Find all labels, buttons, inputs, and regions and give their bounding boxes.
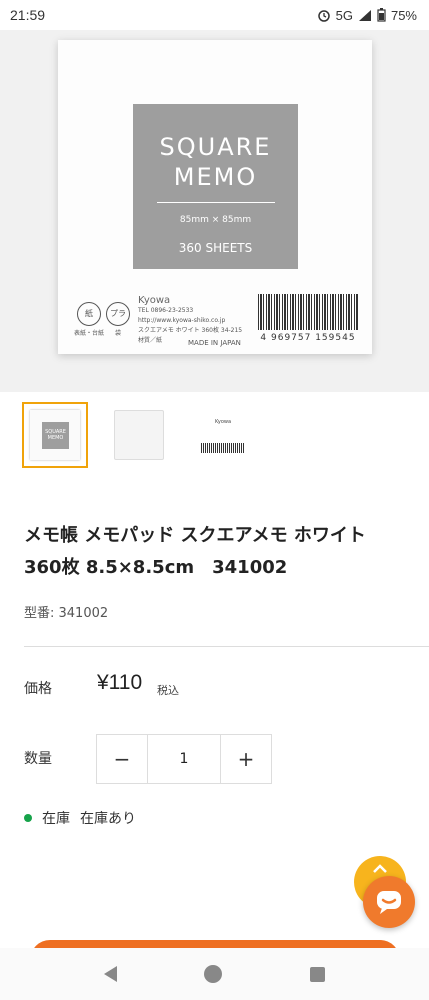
divider bbox=[24, 646, 429, 647]
thumbnail-back-image: Kyowa bbox=[195, 415, 251, 455]
stock-dot-icon bbox=[24, 814, 32, 822]
label-size: 85mm × 85mm bbox=[179, 215, 252, 225]
increase-quantity-button[interactable]: + bbox=[221, 735, 271, 783]
barcode-bars bbox=[258, 294, 358, 330]
back-icon[interactable] bbox=[103, 966, 117, 982]
quantity-input[interactable]: 1 bbox=[147, 735, 221, 783]
package-footer: 紙 表紙・台紙 プラ 袋 Kyowa TEL 0896-23-2533 http… bbox=[58, 290, 372, 354]
label-rule bbox=[156, 202, 275, 203]
decrease-quantity-button[interactable]: − bbox=[97, 735, 147, 783]
thumbnail-2[interactable] bbox=[106, 402, 172, 468]
home-icon[interactable] bbox=[204, 965, 223, 983]
thumbnail-blank-image bbox=[114, 410, 164, 460]
thumbnail-3[interactable]: Kyowa bbox=[190, 402, 256, 468]
product-main-image[interactable]: SQUARE MEMO 85mm × 85mm 360 SHEETS 紙 表紙・… bbox=[0, 30, 429, 392]
barcode: 4 969757 159545 bbox=[258, 294, 358, 348]
price-value: ¥110 bbox=[97, 671, 143, 694]
stock-label: 在庫 bbox=[42, 811, 70, 827]
quantity-label: 数量 bbox=[24, 751, 52, 767]
label-sheets: 360 SHEETS bbox=[178, 241, 253, 255]
battery-icon bbox=[377, 8, 386, 22]
price-label: 価格 bbox=[24, 681, 52, 697]
maker-tel: TEL 0896-23-2533 bbox=[138, 307, 194, 314]
chat-button[interactable] bbox=[363, 876, 415, 928]
memo-package: SQUARE MEMO 85mm × 85mm 360 SHEETS 紙 表紙・… bbox=[58, 40, 372, 354]
stock-status: 在庫 在庫あり bbox=[24, 808, 136, 828]
thumbnail-strip: SQUARE MEMO Kyowa bbox=[22, 402, 256, 468]
plastic-recycle-icon: プラ 袋 bbox=[106, 302, 130, 337]
recent-apps-icon[interactable] bbox=[310, 966, 326, 982]
navigation-bar bbox=[0, 948, 429, 1000]
product-title: メモ帳 メモパッド スクエアメモ ホワイト 360枚 8.5×8.5cm 341… bbox=[24, 525, 366, 578]
brand-name: Kyowa bbox=[138, 295, 171, 306]
battery-level: 75% bbox=[390, 7, 417, 23]
status-bar: 21:59 5G 75% bbox=[0, 0, 429, 30]
package-label: SQUARE MEMO 85mm × 85mm 360 SHEETS bbox=[133, 104, 298, 269]
thumbnail-1[interactable]: SQUARE MEMO bbox=[22, 402, 88, 468]
status-time: 21:59 bbox=[10, 7, 46, 23]
tax-note: 税込 bbox=[157, 684, 179, 697]
chevron-up-icon bbox=[373, 864, 387, 873]
status-icons: 5G 75% bbox=[317, 8, 417, 23]
made-in: MADE IN JAPAN bbox=[188, 339, 241, 347]
label-title: SQUARE MEMO bbox=[159, 133, 272, 191]
stock-value: 在庫あり bbox=[80, 811, 136, 827]
model-number: 型番: 341002 bbox=[24, 606, 109, 621]
network-type: 5G bbox=[335, 7, 353, 23]
barcode-number: 4 969757 159545 bbox=[260, 333, 356, 343]
paper-recycle-icon: 紙 表紙・台紙 bbox=[74, 302, 104, 337]
thumbnail-brand: Kyowa bbox=[215, 419, 232, 425]
quantity-stepper: − 1 + bbox=[96, 734, 272, 784]
product-line: スクエアメモ ホワイト 360枚 34-215 bbox=[138, 327, 243, 334]
signal-icon bbox=[358, 9, 371, 21]
thumbnail-front-image: SQUARE MEMO bbox=[30, 410, 80, 460]
thumbnail-label: SQUARE MEMO bbox=[42, 422, 69, 449]
alarm-icon bbox=[317, 10, 330, 22]
chat-icon bbox=[377, 891, 401, 914]
maker-url: http://www.kyowa-shiko.co.jp bbox=[138, 317, 226, 324]
thumbnail-barcode bbox=[201, 443, 245, 453]
